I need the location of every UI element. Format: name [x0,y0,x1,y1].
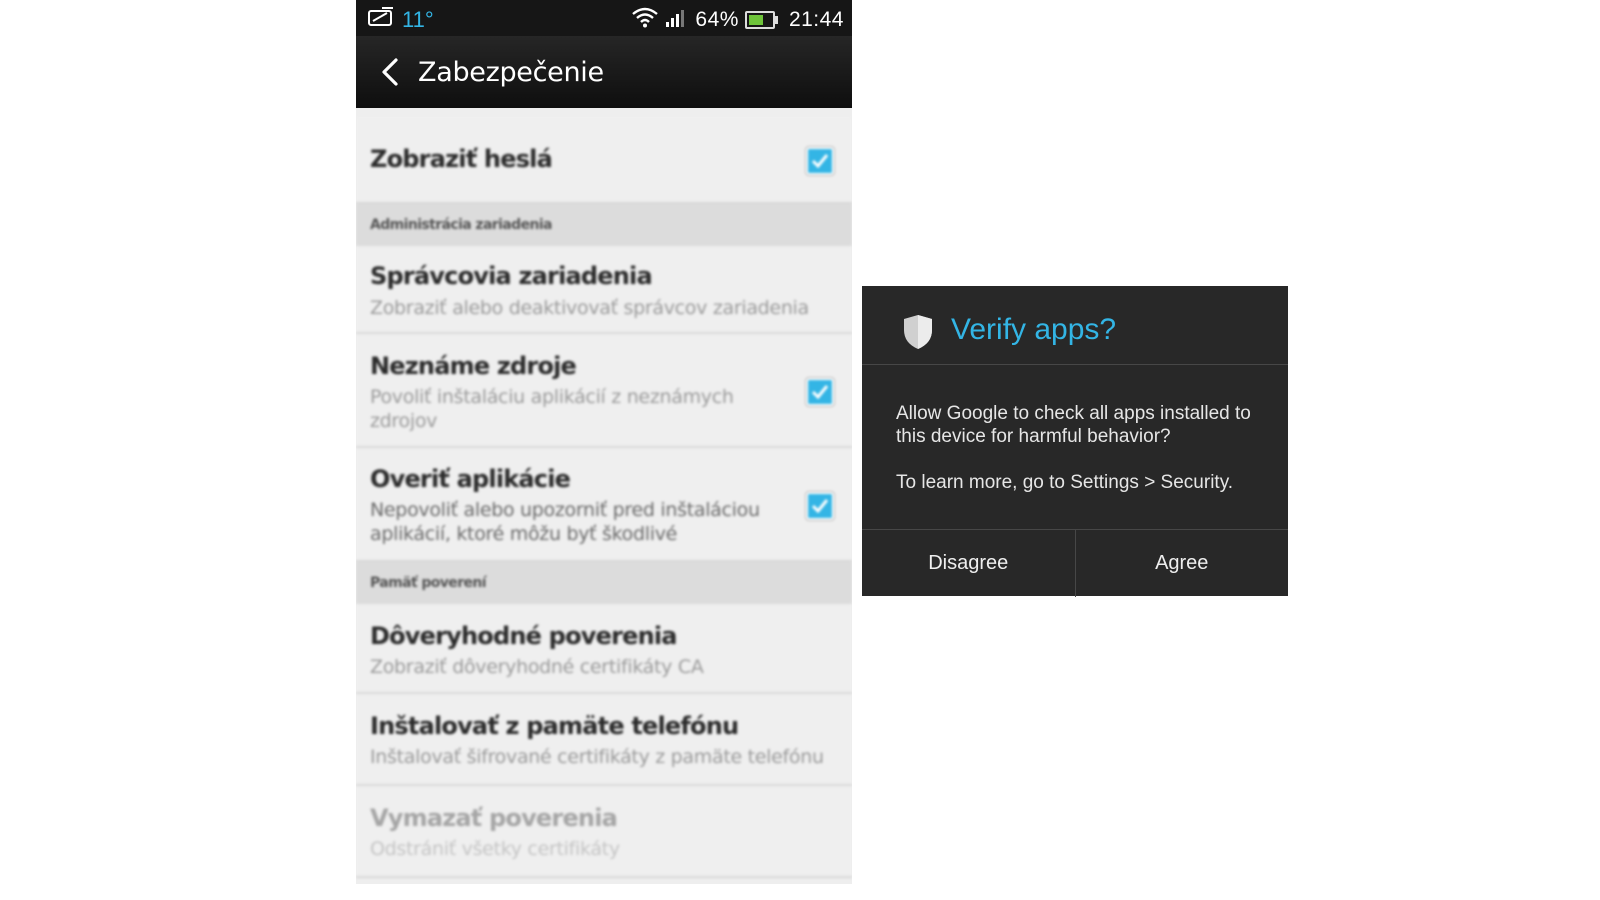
setting-title: Inštalovať z pamäte telefónu [370,712,739,740]
dialog-note: To learn more, go to Settings > Security… [896,472,1234,493]
setting-title: Dôveryhodné poverenia [370,622,678,650]
setting-title: Správcovia zariadenia [370,262,653,290]
verify-apps-dialog: Verify apps? Allow Google to check all a… [862,286,1288,597]
battery-icon [744,10,778,29]
setting-subtitle: Inštalovať šifrované certifikáty z pamät… [370,746,824,768]
show-passwords-checkbox[interactable] [806,147,834,175]
dialog-button-bar: Disagree Agree [862,529,1288,597]
battery-percent: 64% [695,7,739,31]
verify-apps-checkbox[interactable] [806,492,834,520]
checkmark-icon [811,154,829,169]
setting-subtitle: Povoliť inštaláciu aplikácií z neznámych… [370,386,734,432]
setting-title: Zobraziť heslá [370,145,553,173]
setting-subtitle: Zobraziť dôveryhodné certifikáty CA [370,656,704,678]
status-bar: 11° 64% 21:44 [356,0,852,36]
action-bar: Zabezpečenie [356,36,852,108]
setting-subtitle: Nepovoliť alebo upozorniť pred inštaláci… [370,499,760,545]
checkmark-icon [811,499,829,514]
back-button[interactable] [374,52,406,92]
shield-icon [902,314,934,355]
signal-icon [665,6,689,33]
dialog-message: Allow Google to check all apps installed… [896,403,1251,447]
section-header-credential-storage: Pamäť poverení [356,562,852,604]
checkmark-icon [811,385,829,400]
dialog-body: Allow Google to check all apps installed… [896,402,1266,494]
phone-screen: 11° 64% 21:44 Zabezpečenie Zobraziť hesl… [356,0,852,884]
settings-list: Zobraziť heslá Administrácia zariadenia … [356,116,852,878]
agree-button[interactable]: Agree [1074,530,1289,597]
weather-temperature: 11° [402,6,434,32]
dialog-title: Verify apps? [951,313,1117,346]
section-header-device-admin: Administrácia zariadenia [356,204,852,246]
setting-show-passwords[interactable]: Zobraziť heslá [356,116,852,204]
unknown-sources-checkbox[interactable] [806,378,834,406]
setting-title: Overiť aplikácie [370,465,571,493]
screen: 11° 64% 21:44 Zabezpečenie Zobraziť hesl… [0,0,1600,900]
disagree-button[interactable]: Disagree [862,530,1075,597]
wifi-icon [631,6,659,33]
setting-device-admins[interactable]: Správcovia zariadenia Zobraziť alebo dea… [356,246,852,334]
page-title: Zabezpečenie [418,56,604,88]
notification-icon [368,6,394,33]
setting-unknown-sources[interactable]: Neznáme zdroje Povoliť inštaláciu apliká… [356,334,852,448]
setting-trusted-credentials[interactable]: Dôveryhodné poverenia Zobraziť dôveryhod… [356,604,852,694]
dialog-header: Verify apps? [862,286,1288,365]
setting-verify-apps[interactable]: Overiť aplikácie Nepovoliť alebo upozorn… [356,448,852,562]
chevron-left-icon [382,58,398,86]
setting-install-from-storage[interactable]: Inštalovať z pamäte telefónu Inštalovať … [356,694,852,786]
setting-clear-credentials[interactable]: Vymazať poverenia Odstrániť všetky certi… [356,786,852,878]
setting-title: Neznáme zdroje [370,352,577,380]
clock: 21:44 [788,7,844,31]
setting-title: Vymazať poverenia [370,804,618,832]
setting-subtitle: Odstrániť všetky certifikáty [370,838,620,860]
setting-subtitle: Zobraziť alebo deaktivovať správcov zari… [370,297,809,319]
